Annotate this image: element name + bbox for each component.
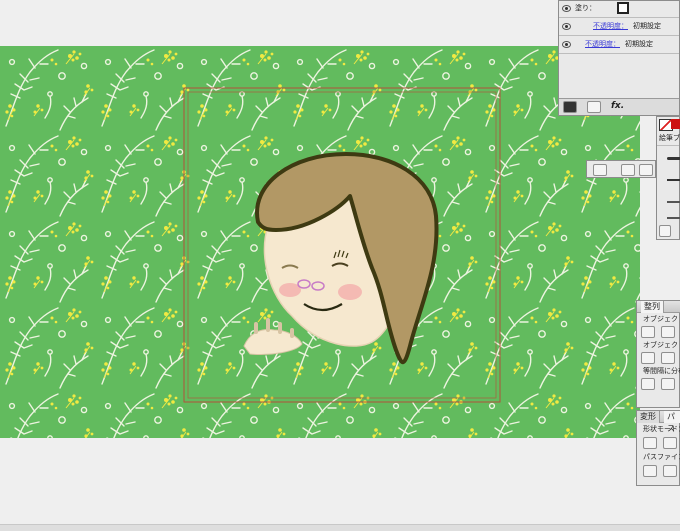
align-left-icon[interactable] [641, 326, 655, 338]
align-hcenter-icon[interactable] [661, 326, 675, 338]
minus-front-icon[interactable] [663, 437, 677, 449]
distribute-spacing-h-icon[interactable] [661, 378, 675, 390]
gradient-swatch[interactable] [671, 119, 680, 129]
visibility-eye-icon[interactable] [562, 5, 571, 12]
trim-icon[interactable] [663, 465, 677, 477]
tab-pathfinder[interactable]: パス [664, 411, 680, 433]
appearance-panel: 塗り： 不透明度： 初期設定 不透明度： 初期設定 fx. [558, 0, 680, 116]
distribute-top-icon[interactable] [641, 352, 655, 364]
fill-label: 塗り： [575, 4, 596, 12]
unite-icon[interactable] [643, 437, 657, 449]
character-drawing [243, 152, 439, 365]
tab-transform[interactable]: 変形 [637, 411, 660, 423]
align-panel-header: 整列 [637, 301, 680, 313]
opacity-value: 初期設定 [625, 40, 653, 48]
align-panel: 整列 オブジェクト オブジェクト 等間隔に分布 [636, 300, 680, 408]
visibility-eye-icon[interactable] [562, 41, 571, 48]
new-stroke-icon[interactable] [563, 101, 577, 113]
new-item-icon[interactable] [639, 164, 653, 176]
distribute-objects-label: オブジェクト [643, 341, 680, 349]
artwork-canvas[interactable] [0, 46, 640, 438]
pathfinder-label: パスファインダ [643, 453, 680, 461]
brush-stroke-2[interactable] [667, 179, 680, 181]
distribute-vcenter-icon[interactable] [661, 352, 675, 364]
opacity-link[interactable]: 不透明度： [593, 22, 628, 31]
divide-icon[interactable] [643, 465, 657, 477]
brushes-title: 絵筆ブ [659, 134, 680, 142]
pathfinder-panel: 変形 パス 形状モード： パスファインダ [636, 410, 680, 486]
brush-stroke-3[interactable] [667, 201, 680, 203]
visibility-eye-icon[interactable] [562, 23, 571, 30]
fx-button[interactable]: fx. [611, 102, 624, 111]
brushes-panel: 絵筆ブ [656, 116, 680, 240]
brush-stroke-4[interactable] [667, 217, 680, 219]
distribute-spacing-label: 等間隔に分布 [643, 367, 680, 375]
brush-stroke-1[interactable] [667, 157, 680, 160]
brush-library-icon[interactable] [659, 225, 671, 237]
opacity-value: 初期設定 [633, 22, 661, 30]
artwork-illustration [0, 46, 640, 438]
opacity-link[interactable]: 不透明度： [585, 40, 620, 49]
shape-mode-label: 形状モード： [643, 425, 680, 433]
fill-swatch[interactable] [617, 2, 629, 14]
grid-icon[interactable] [621, 164, 635, 176]
new-fill-icon[interactable] [587, 101, 601, 113]
align-objects-label: オブジェクト [643, 315, 680, 323]
distribute-spacing-v-icon[interactable] [641, 378, 655, 390]
library-icon[interactable] [593, 164, 607, 176]
pathfinder-panel-header: 変形 パス [637, 411, 680, 433]
panel-toolbar [586, 160, 656, 178]
tab-align[interactable]: 整列 [641, 301, 664, 313]
